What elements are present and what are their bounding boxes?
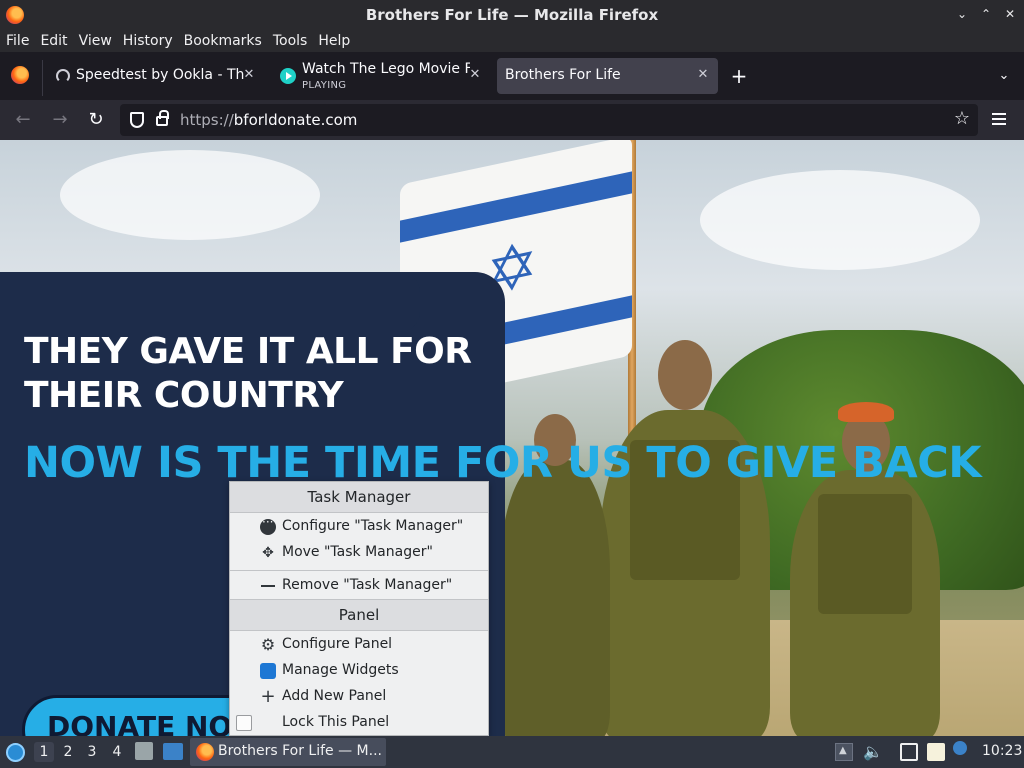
firefox-view-icon[interactable] — [11, 66, 29, 84]
lock-icon[interactable] — [156, 110, 169, 126]
web-page: ✡ THEY GAVE IT ALL FOR THEIR COUNTRY NOW… — [0, 140, 1024, 736]
bookmark-star-icon[interactable]: ☆ — [952, 109, 972, 129]
file-manager-icon[interactable] — [135, 742, 153, 760]
speedtest-icon — [56, 69, 70, 83]
manage-widgets-item[interactable]: Manage Widgets — [230, 658, 488, 684]
minimize-button[interactable]: ⌄ — [954, 6, 970, 22]
tab-title: Brothers For Life — [505, 67, 621, 83]
gear-icon: ⚙ — [260, 635, 276, 654]
clipboard-icon[interactable] — [927, 743, 945, 761]
tab-close-icon[interactable]: ✕ — [468, 68, 482, 82]
menu-history[interactable]: History — [123, 33, 179, 49]
remove-minus-icon — [260, 578, 276, 594]
tab-brothers-for-life[interactable]: Brothers For Life ✕ — [497, 58, 718, 94]
cloud-decoration — [60, 150, 320, 240]
add-new-panel-item[interactable]: + Add New Panel — [230, 684, 488, 710]
firefox-logo-icon — [6, 6, 24, 24]
reload-icon[interactable]: ↻ — [85, 109, 107, 131]
forward-arrow-icon[interactable]: → — [49, 109, 71, 131]
new-tab-plus-icon[interactable]: + — [730, 66, 748, 86]
firefox-logo-icon — [196, 743, 214, 761]
show-desktop-icon[interactable] — [163, 743, 183, 760]
menu-help[interactable]: Help — [318, 33, 356, 49]
maximize-button[interactable]: ⌃ — [978, 6, 994, 22]
close-button[interactable]: ✕ — [1002, 6, 1018, 22]
clock[interactable]: 10:23 — [982, 743, 1022, 759]
tab-close-icon[interactable]: ✕ — [242, 68, 256, 82]
tray-expand-icon[interactable] — [835, 743, 853, 761]
hero-headline: THEY GAVE IT ALL FOR THEIR COUNTRY — [24, 331, 472, 416]
move-arrows-icon: ✥ — [262, 545, 274, 561]
taskbar-panel: 1 2 3 4 Brothers For Life — M... 🔈 10:23 — [0, 736, 1024, 768]
configure-task-manager-item[interactable]: Configure "Task Manager" — [230, 514, 488, 540]
menu-bar: File Edit View History Bookmarks Tools H… — [0, 30, 1024, 52]
panel-section-header: Panel — [230, 600, 488, 630]
play-icon — [280, 68, 296, 84]
configure-dots-icon — [260, 515, 276, 535]
task-manager-section-header: Task Manager — [230, 482, 488, 512]
cloud-decoration — [700, 170, 980, 270]
tab-close-icon[interactable]: ✕ — [696, 68, 710, 82]
tab-title: Watch The Lego Movie Full Movie — [302, 61, 470, 77]
window-title: Brothers For Life — Mozilla Firefox — [365, 6, 659, 24]
screen: Brothers For Life — Mozilla Firefox ⌄ ⌃ … — [0, 0, 1024, 768]
tab-speedtest[interactable]: Speedtest by Ookla - The Global Broadban… — [50, 58, 264, 94]
menu-file[interactable]: File — [6, 33, 35, 49]
tab-strip: Speedtest by Ookla - The Global Broadban… — [0, 52, 1024, 100]
lock-panel-checkbox[interactable] — [236, 715, 252, 731]
list-all-tabs-chevron-icon[interactable]: ⌄ — [996, 68, 1012, 84]
move-task-manager-item[interactable]: ✥ Move "Task Manager" — [230, 540, 488, 566]
menu-edit[interactable]: Edit — [40, 33, 73, 49]
tab-playing-label: PLAYING — [302, 80, 347, 91]
tab-lego-movie[interactable]: Watch The Lego Movie Full Movie PLAYING … — [272, 58, 490, 94]
taskbar-firefox-task[interactable]: Brothers For Life — M... — [190, 738, 386, 766]
application-launcher-icon[interactable] — [6, 743, 25, 762]
tab-title: Speedtest by Ookla - The Global Broadban… — [76, 67, 244, 83]
soldier-image — [790, 402, 940, 736]
desktop-4-button[interactable]: 4 — [107, 742, 127, 762]
volume-icon[interactable]: 🔈 — [863, 743, 883, 761]
url-bar[interactable]: https://bforldonate.com ☆ — [120, 104, 978, 136]
window-controls: ⌄ ⌃ ✕ — [954, 6, 1018, 22]
menu-bookmarks[interactable]: Bookmarks — [184, 33, 268, 49]
window-titlebar[interactable]: Brothers For Life — Mozilla Firefox ⌄ ⌃ … — [0, 0, 1024, 30]
back-arrow-icon[interactable]: ← — [12, 109, 34, 131]
task-label: Brothers For Life — M... — [218, 743, 382, 759]
menu-tools[interactable]: Tools — [273, 33, 314, 49]
network-icon[interactable] — [900, 743, 918, 761]
app-menu-hamburger-icon[interactable] — [990, 110, 1008, 130]
desktop-1-button[interactable]: 1 — [34, 742, 54, 762]
tab-separator — [42, 60, 43, 96]
url-text[interactable]: https://bforldonate.com — [180, 111, 357, 129]
menu-view[interactable]: View — [79, 33, 118, 49]
configure-panel-item[interactable]: ⚙ Configure Panel — [230, 632, 488, 658]
desktop-3-button[interactable]: 3 — [82, 742, 102, 762]
panel-context-menu: Task Manager Configure "Task Manager" ✥ … — [229, 481, 489, 736]
hero-banner-notch — [380, 272, 420, 332]
update-notifier-icon[interactable] — [953, 741, 967, 755]
remove-task-manager-item[interactable]: Remove "Task Manager" — [230, 573, 488, 599]
soldier-image — [500, 414, 610, 736]
plus-icon: + — [260, 686, 276, 707]
navigation-bar: ← → ↻ https://bforldonate.com ☆ — [0, 100, 1024, 140]
desktop-2-button[interactable]: 2 — [58, 742, 78, 762]
puzzle-icon — [260, 663, 276, 679]
lock-this-panel-item[interactable]: Lock This Panel — [230, 710, 488, 735]
tracking-shield-icon[interactable] — [130, 112, 144, 128]
